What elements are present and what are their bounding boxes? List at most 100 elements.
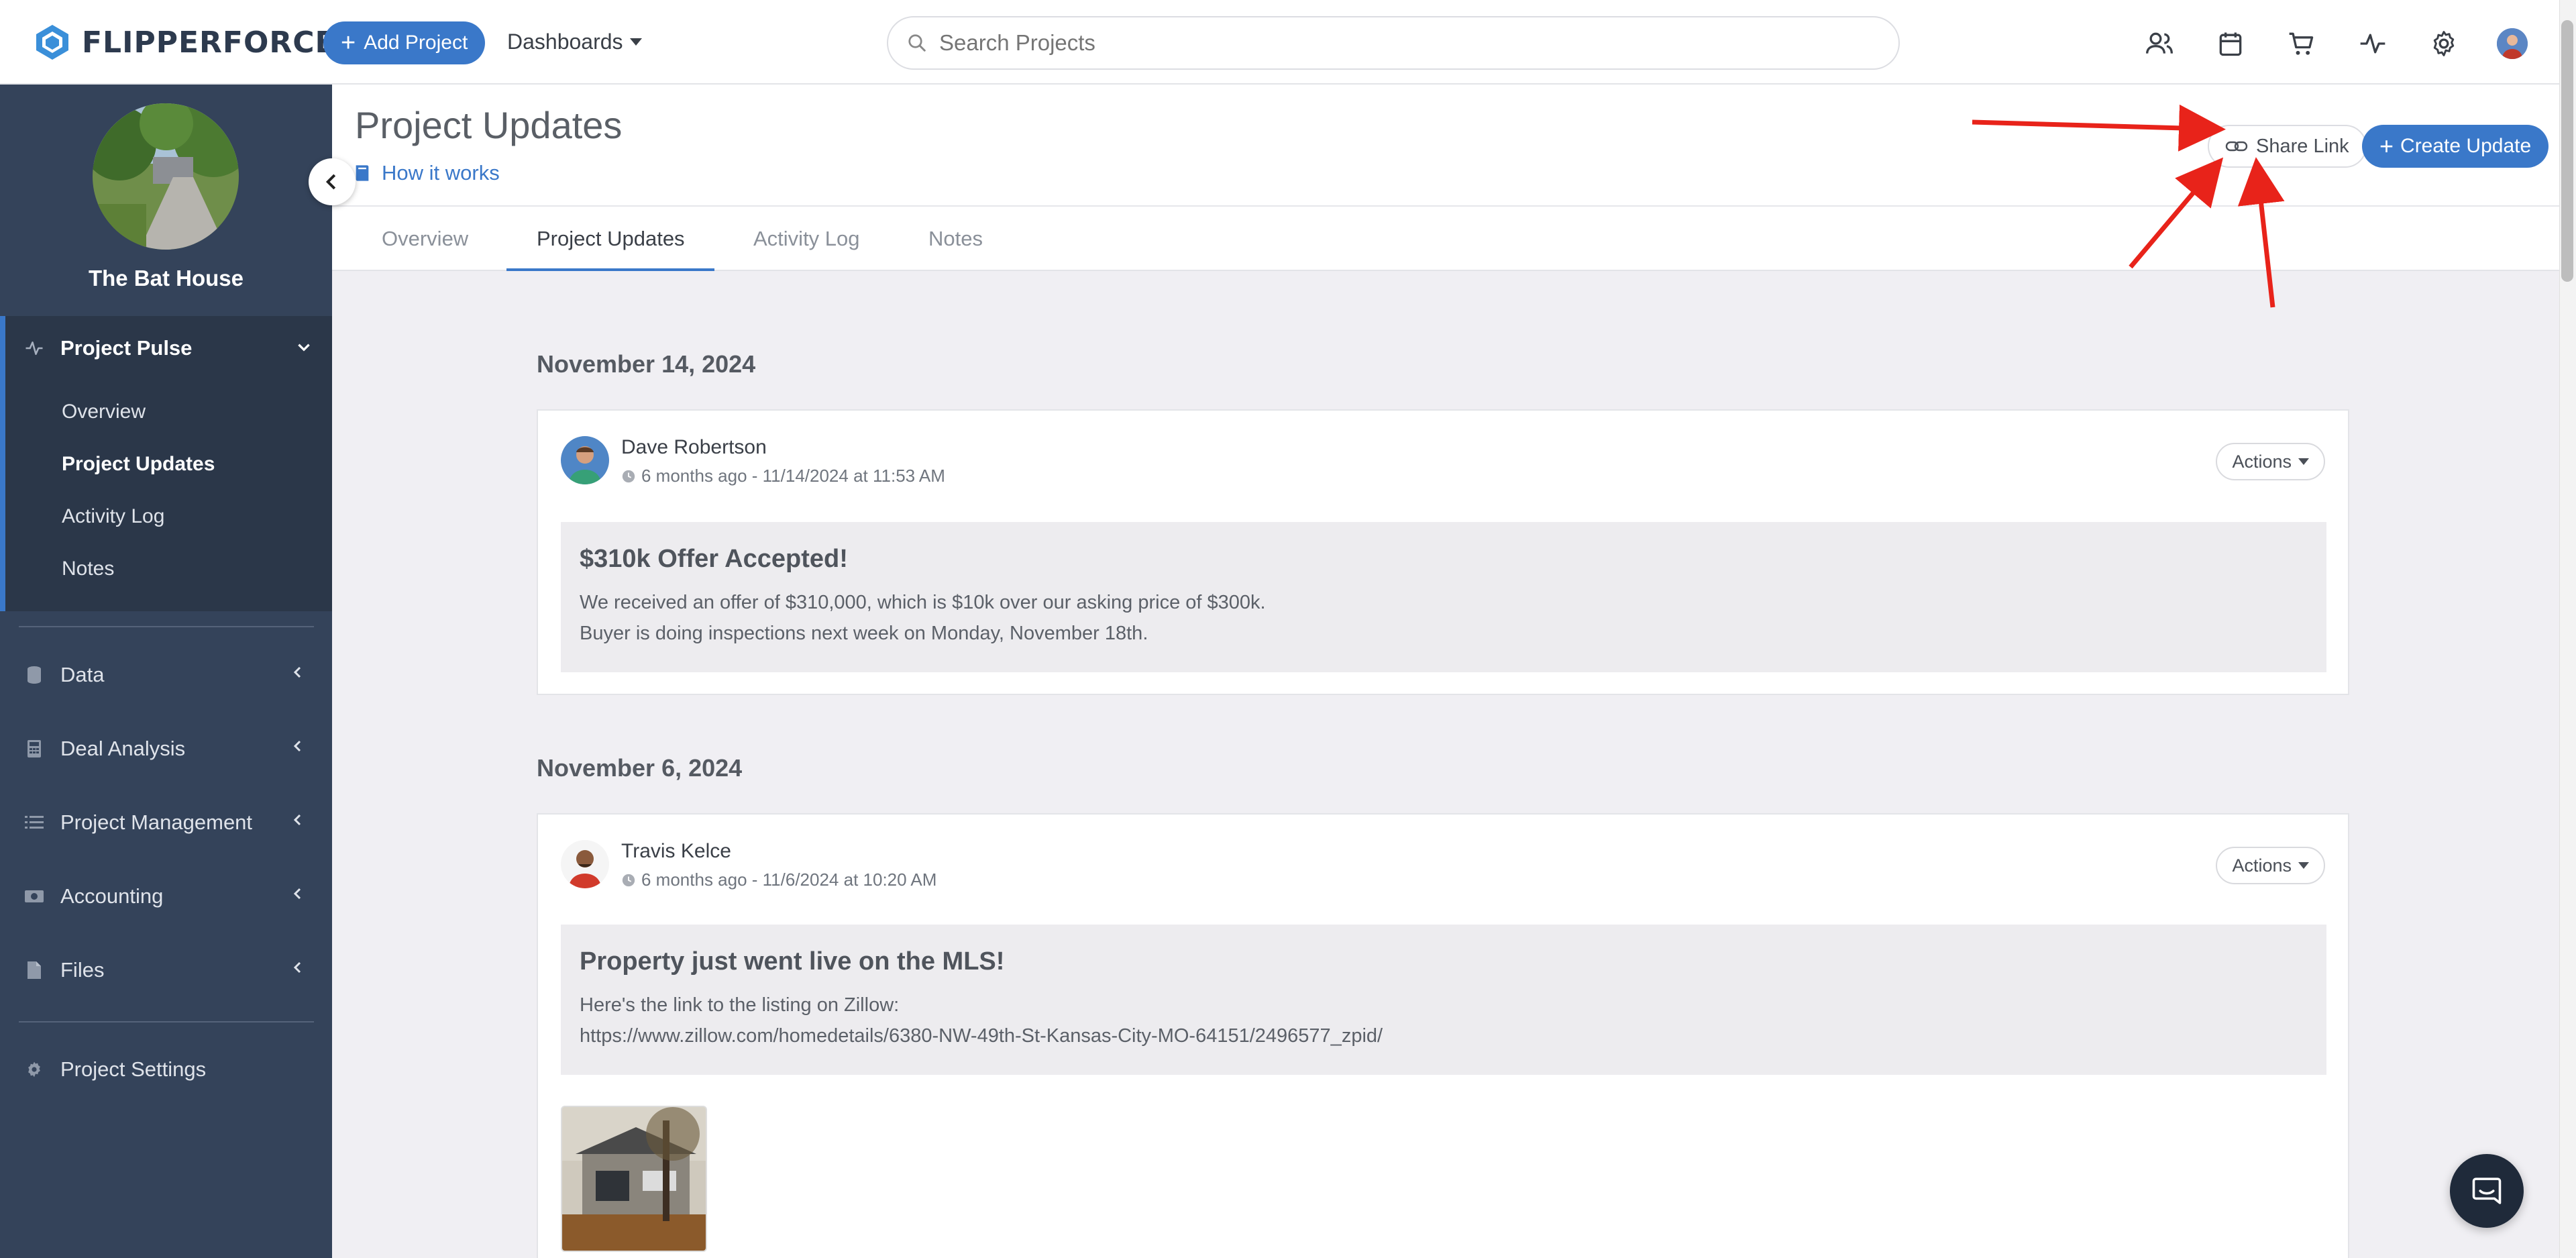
caret-down-icon bbox=[2298, 458, 2309, 465]
sidebar-divider bbox=[19, 1021, 314, 1023]
add-project-button[interactable]: + Add Project bbox=[323, 21, 486, 64]
cart-icon[interactable] bbox=[2282, 25, 2321, 62]
update-card: Dave Robertson 6 months ago - 11/14/2024… bbox=[537, 409, 2349, 695]
update-text-line: Buyer is doing inspections next week on … bbox=[580, 623, 1148, 644]
pulse-icon bbox=[25, 342, 43, 355]
update-meta-text: 6 months ago - 11/14/2024 at 11:53 AM bbox=[641, 466, 945, 486]
sidebar-item-notes[interactable]: Notes bbox=[62, 558, 114, 580]
chevron-down-icon bbox=[298, 344, 310, 352]
pulse-icon[interactable] bbox=[2353, 25, 2392, 62]
list-icon bbox=[24, 813, 44, 833]
how-it-works-link[interactable]: How it works bbox=[354, 161, 500, 185]
property-photo bbox=[93, 103, 239, 250]
actions-label: Actions bbox=[2232, 451, 2292, 472]
sidebar-item-label: Project Management bbox=[60, 810, 253, 834]
user-avatar[interactable] bbox=[2497, 28, 2528, 59]
top-icon-group bbox=[2140, 25, 2463, 62]
gear-icon bbox=[24, 1059, 44, 1080]
chevron-left-icon bbox=[293, 814, 301, 826]
sidebar-item-project-management[interactable]: Project Management bbox=[24, 810, 306, 835]
top-navbar: FLIPPERFORCE + Add Project Dashboards bbox=[0, 0, 2576, 85]
add-project-label: Add Project bbox=[364, 32, 468, 54]
project-pulse-section: Project Pulse Overview Project Updates A… bbox=[0, 316, 332, 611]
sidebar-item-activity-log[interactable]: Activity Log bbox=[62, 505, 164, 528]
sidebar-item-label: Deal Analysis bbox=[60, 737, 186, 760]
zillow-listing-link[interactable]: https://www.zillow.com/homedetails/6380-… bbox=[580, 1020, 2308, 1051]
actions-dropdown[interactable]: Actions bbox=[2216, 847, 2325, 884]
tab-activity-log[interactable]: Activity Log bbox=[753, 227, 860, 251]
page-title: Project Updates bbox=[355, 104, 623, 146]
author-name: Dave Robertson bbox=[621, 436, 767, 458]
update-timestamp: 6 months ago - 11/14/2024 at 11:53 AM bbox=[621, 466, 945, 486]
search-bar[interactable] bbox=[887, 16, 1900, 70]
book-icon bbox=[356, 165, 369, 181]
how-it-works-label: How it works bbox=[382, 161, 500, 185]
plus-icon: + bbox=[341, 29, 356, 57]
sidebar-item-label: Data bbox=[60, 663, 105, 686]
gear-icon[interactable] bbox=[2424, 25, 2463, 62]
project-sidebar: The Bat House Project Pulse Overview Pro… bbox=[0, 85, 332, 1258]
actions-dropdown[interactable]: Actions bbox=[2216, 443, 2325, 480]
search-input[interactable] bbox=[939, 30, 1811, 56]
caret-down-icon bbox=[629, 38, 642, 46]
sidebar-item-overview[interactable]: Overview bbox=[62, 401, 146, 423]
logo-icon bbox=[36, 25, 68, 60]
search-icon bbox=[908, 34, 926, 52]
money-icon bbox=[24, 886, 44, 906]
dashboards-dropdown[interactable]: Dashboards bbox=[507, 30, 642, 54]
update-text-line: Here's the link to the listing on Zillow… bbox=[580, 994, 900, 1016]
actions-label: Actions bbox=[2232, 855, 2292, 876]
update-title: $310k Offer Accepted! bbox=[580, 545, 848, 573]
sidebar-item-accounting[interactable]: Accounting bbox=[24, 884, 306, 908]
share-link-button[interactable]: Share Link bbox=[2208, 125, 2367, 168]
logo-text: FLIPPERFORCE bbox=[82, 25, 336, 60]
chat-icon bbox=[2472, 1177, 2502, 1204]
update-photo-thumbnail[interactable] bbox=[561, 1106, 707, 1252]
page-scrollbar-thumb[interactable] bbox=[2561, 20, 2573, 282]
database-icon bbox=[24, 665, 44, 685]
clock-icon bbox=[622, 470, 635, 482]
chevron-left-icon bbox=[293, 666, 301, 678]
active-tab-indicator bbox=[506, 268, 714, 271]
project-pulse-toggle[interactable]: Project Pulse bbox=[24, 336, 313, 360]
flipperforce-logo[interactable]: FLIPPERFORCE bbox=[32, 22, 336, 62]
tab-project-updates[interactable]: Project Updates bbox=[537, 227, 685, 251]
calculator-icon bbox=[24, 739, 44, 759]
author-avatar bbox=[561, 436, 609, 484]
update-date-heading: November 6, 2024 bbox=[537, 754, 743, 782]
share-link-label: Share Link bbox=[2256, 135, 2349, 157]
chevron-left-icon bbox=[325, 174, 336, 190]
project-tabs: Overview Project Updates Activity Log No… bbox=[332, 205, 2559, 271]
sidebar-item-project-updates[interactable]: Project Updates bbox=[62, 453, 215, 476]
update-card: Travis Kelce 6 months ago - 11/6/2024 at… bbox=[537, 813, 2349, 1258]
clock-icon bbox=[622, 874, 635, 886]
sidebar-item-data[interactable]: Data bbox=[24, 663, 306, 687]
tab-notes[interactable]: Notes bbox=[928, 227, 983, 251]
update-title: Property just went live on the MLS! bbox=[580, 947, 1005, 976]
chevron-left-icon bbox=[293, 740, 301, 752]
sidebar-item-files[interactable]: Files bbox=[24, 958, 306, 982]
project-name: The Bat House bbox=[88, 266, 244, 291]
sidebar-item-label: Accounting bbox=[60, 884, 164, 908]
sidebar-divider bbox=[19, 626, 314, 627]
link-icon bbox=[2225, 141, 2248, 152]
dashboards-label: Dashboards bbox=[507, 30, 623, 54]
sidebar-item-deal-analysis[interactable]: Deal Analysis bbox=[24, 737, 306, 761]
project-pulse-label: Project Pulse bbox=[60, 336, 193, 360]
plus-icon: + bbox=[2379, 132, 2394, 160]
calendar-icon[interactable] bbox=[2211, 25, 2250, 62]
sidebar-item-label: Project Settings bbox=[60, 1057, 207, 1081]
sidebar-item-project-settings[interactable]: Project Settings bbox=[24, 1057, 306, 1082]
update-body: $310k Offer Accepted! We received an off… bbox=[561, 522, 2326, 672]
update-timestamp: 6 months ago - 11/6/2024 at 10:20 AM bbox=[621, 870, 936, 890]
create-update-label: Create Update bbox=[2400, 135, 2532, 157]
update-body: Property just went live on the MLS! Here… bbox=[561, 925, 2326, 1075]
chat-launcher-button[interactable] bbox=[2450, 1154, 2524, 1228]
tab-overview[interactable]: Overview bbox=[382, 227, 468, 251]
users-icon[interactable] bbox=[2140, 25, 2179, 62]
caret-down-icon bbox=[2298, 862, 2309, 869]
collapse-sidebar-button[interactable] bbox=[309, 158, 356, 205]
create-update-button[interactable]: + Create Update bbox=[2362, 125, 2549, 168]
update-meta-text: 6 months ago - 11/6/2024 at 10:20 AM bbox=[641, 870, 937, 890]
page-header: Project Updates How it works Share Link … bbox=[332, 85, 2559, 205]
